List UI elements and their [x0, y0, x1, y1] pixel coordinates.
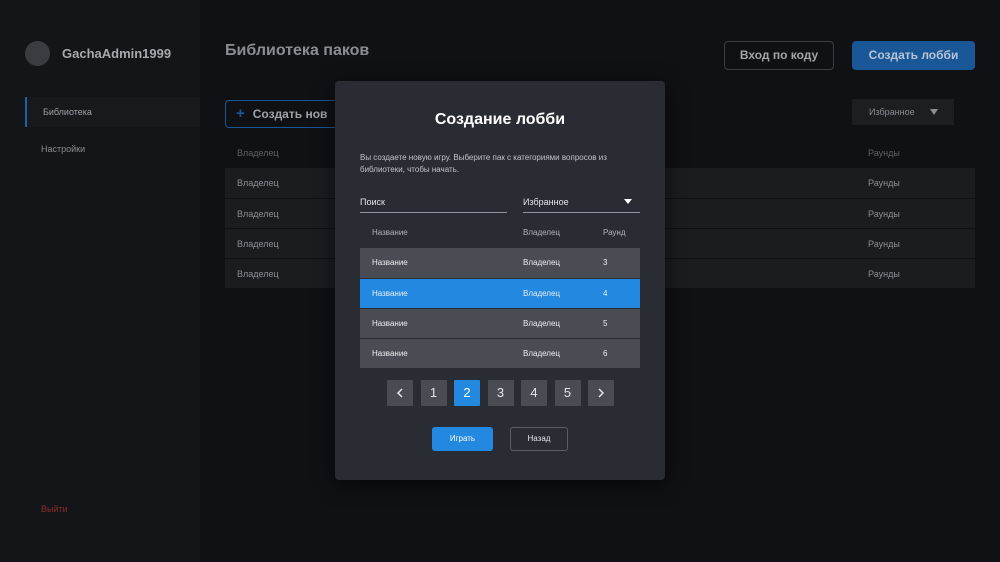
row-name: Название: [372, 319, 408, 328]
row-round: 3: [603, 258, 608, 267]
create-lobby-dialog: Создание лобби Вы создаете новую игру. В…: [335, 81, 665, 480]
header-round: Раунд: [603, 228, 626, 237]
row-rounds: Раунды: [868, 178, 900, 188]
row-owner: Владелец: [523, 319, 561, 328]
row-owner: Владелец: [523, 258, 561, 267]
chevron-right-icon: [598, 388, 605, 398]
header-owner: Владелец: [237, 148, 279, 158]
caret-down-icon: [624, 199, 632, 204]
row-rounds: Раунды: [868, 269, 900, 279]
dialog-description: Вы создаете новую игру. Выберите пак с к…: [360, 153, 607, 174]
library-filter-value: Избранное: [869, 107, 915, 117]
page-button-4[interactable]: 4: [521, 380, 547, 406]
caret-down-icon: [930, 109, 938, 115]
page-button-5[interactable]: 5: [554, 380, 581, 406]
join-by-code-button[interactable]: Вход по коду: [724, 41, 834, 70]
table-row-selected[interactable]: Название Владелец 4: [360, 278, 640, 308]
page-button-2[interactable]: 2: [454, 380, 480, 406]
sidebar: GachaAdmin1999 Библиотека Настройки Выйт…: [0, 0, 200, 562]
header-owner: Владелец: [523, 228, 561, 237]
chevron-left-icon: [396, 388, 403, 398]
row-owner: Владелец: [237, 209, 279, 219]
row-owner: Владелец: [237, 239, 279, 249]
pagination: 1 2 3 4 5: [387, 380, 622, 406]
sidebar-item-library[interactable]: Библиотека: [25, 97, 200, 127]
row-owner: Владелец: [237, 269, 279, 279]
row-round: 4: [603, 289, 608, 298]
row-owner: Владелец: [523, 349, 561, 358]
row-round: 6: [603, 349, 608, 358]
create-pack-label: Создать нов: [252, 107, 328, 121]
row-owner: Владелец: [237, 178, 279, 188]
header-rounds: Раунды: [868, 148, 900, 158]
search-input[interactable]: Поиск: [360, 193, 507, 213]
avatar[interactable]: [25, 41, 50, 66]
pack-filter-value: Избранное: [523, 197, 569, 207]
row-name: Название: [372, 258, 408, 267]
row-name: Название: [372, 289, 408, 298]
row-name: Название: [372, 349, 408, 358]
table-row[interactable]: Название Владелец 5: [360, 308, 640, 338]
library-filter-select[interactable]: Избранное: [852, 99, 954, 125]
pack-filter-select[interactable]: Избранное: [523, 193, 640, 213]
row-owner: Владелец: [523, 289, 561, 298]
dialog-title: Создание лобби: [434, 111, 566, 128]
back-button[interactable]: Назад: [510, 427, 568, 451]
page-button-3[interactable]: 3: [487, 380, 514, 406]
username: GachaAdmin1999: [62, 46, 172, 61]
header-name: Название: [372, 228, 408, 237]
logout-link[interactable]: Выйти: [41, 504, 68, 514]
row-rounds: Раунды: [868, 239, 900, 249]
sidebar-item-settings[interactable]: Настройки: [25, 134, 200, 164]
page-title: Библиотека паков: [225, 42, 370, 59]
play-button[interactable]: Играть: [432, 427, 493, 451]
table-row[interactable]: Название Владелец 3: [360, 248, 640, 278]
table-header: Название Владелец Раунд: [360, 218, 640, 248]
row-rounds: Раунды: [868, 209, 900, 219]
table-row[interactable]: Название Владелец 6: [360, 338, 640, 368]
pack-table: Название Владелец Раунд Название Владеле…: [360, 218, 640, 368]
profile: GachaAdmin1999: [25, 41, 171, 66]
create-lobby-button[interactable]: Создать лобби: [852, 41, 975, 70]
prev-page-button[interactable]: [387, 380, 413, 406]
page-button-1[interactable]: 1: [420, 380, 447, 406]
next-page-button[interactable]: [588, 380, 614, 406]
row-round: 5: [603, 319, 608, 328]
plus-icon: +: [236, 105, 245, 122]
